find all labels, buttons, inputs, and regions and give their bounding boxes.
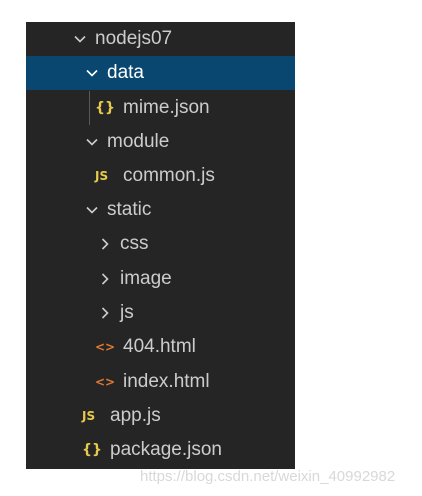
- tree-item-js[interactable]: js: [26, 296, 295, 330]
- chevron-down-icon: [85, 203, 99, 217]
- tree-item-label: image: [120, 268, 172, 289]
- tree-item-data[interactable]: data: [26, 56, 295, 90]
- tree-item-module[interactable]: module: [26, 125, 295, 159]
- watermark-text: https://blog.csdn.net/weixin_40992982: [140, 468, 396, 485]
- tree-item-static[interactable]: static: [26, 193, 295, 227]
- chevron-right-icon: [98, 272, 112, 286]
- json-file-icon: {}: [82, 442, 102, 458]
- tree-item-common-js[interactable]: JS common.js: [26, 159, 295, 193]
- chevron-down-icon: [85, 135, 99, 149]
- tree-item-label: js: [120, 302, 134, 323]
- tree-item-nodejs07[interactable]: nodejs07: [26, 22, 295, 56]
- tree-item-image[interactable]: image: [26, 262, 295, 296]
- tree-item-label: data: [107, 62, 144, 83]
- chevron-down-icon: [73, 32, 87, 46]
- tree-item-label: nodejs07: [95, 28, 173, 49]
- tree-item-label: mime.json: [123, 97, 210, 118]
- json-file-icon: {}: [95, 100, 115, 116]
- tree-item-label: static: [107, 199, 152, 220]
- tree-item-css[interactable]: css: [26, 227, 295, 261]
- tree-item-index-html[interactable]: <> index.html: [26, 365, 295, 399]
- file-explorer: nodejs07 data {} mime.json module JS com…: [26, 22, 295, 469]
- tree-item-label: css: [120, 233, 149, 254]
- js-file-icon: JS: [95, 169, 109, 183]
- tree-item-label: index.html: [123, 371, 210, 392]
- tree-item-label: module: [107, 131, 170, 152]
- tree-item-label: app.js: [110, 405, 161, 426]
- tree-item-404-html[interactable]: <> 404.html: [26, 330, 295, 364]
- tree-item-label: package.json: [110, 439, 222, 460]
- chevron-down-icon: [85, 66, 99, 80]
- html-file-icon: <>: [95, 375, 116, 389]
- html-file-icon: <>: [95, 340, 116, 354]
- tree-item-label: 404.html: [123, 336, 196, 357]
- js-file-icon: JS: [82, 409, 96, 423]
- tree-item-label: common.js: [123, 165, 215, 186]
- tree-item-mime-json[interactable]: {} mime.json: [26, 91, 295, 125]
- chevron-right-icon: [98, 237, 112, 251]
- chevron-right-icon: [98, 306, 112, 320]
- tree-item-app-js[interactable]: JS app.js: [26, 399, 295, 433]
- tree-item-package-json[interactable]: {} package.json: [26, 433, 295, 467]
